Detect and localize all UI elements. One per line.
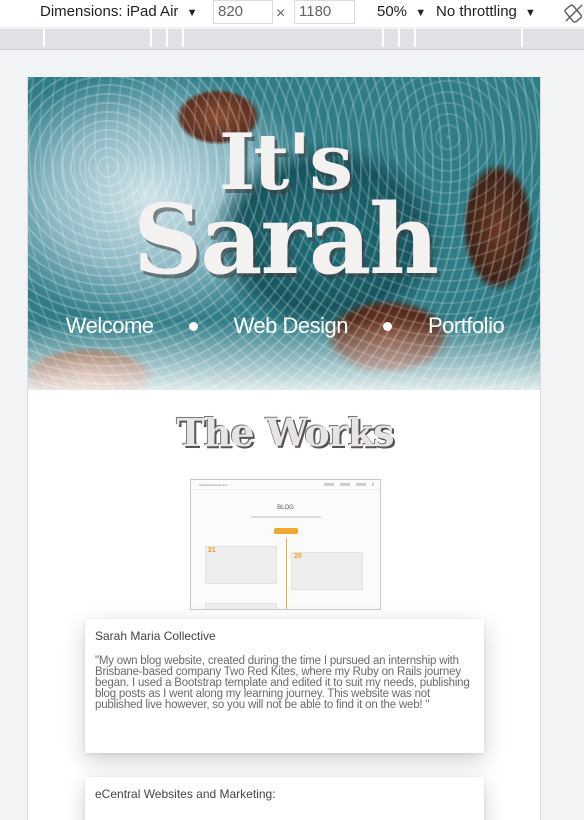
nav-separator-dot bbox=[189, 321, 199, 331]
throttling-dropdown[interactable]: No throttling ▼ bbox=[436, 3, 536, 20]
hero-banner: It's Sarah Welcome Web Design Portfolio bbox=[28, 77, 540, 390]
nav-link-welcome[interactable]: Welcome bbox=[66, 313, 154, 339]
nav-separator-dot bbox=[383, 321, 393, 331]
height-input[interactable]: 1180 bbox=[294, 0, 355, 24]
ruler-mark bbox=[43, 29, 45, 47]
device-toolbar: Dimensions: iPad Air ▼ 820 × 1180 50% ▼ … bbox=[0, 0, 584, 27]
ruler-mark bbox=[182, 29, 184, 47]
nav-link-portfolio[interactable]: Portfolio bbox=[428, 313, 505, 339]
thumbnail-menu bbox=[324, 483, 374, 486]
media-query-ruler[interactable] bbox=[0, 29, 584, 50]
ruler-mark bbox=[398, 29, 400, 47]
hero-title-line2: Sarah bbox=[132, 183, 439, 296]
zoom-label: 50% bbox=[377, 3, 408, 20]
project-title: eCentral Websites and Marketing: bbox=[95, 787, 276, 801]
thumbnail-blog-title: BLOG bbox=[277, 505, 294, 511]
zoom-dropdown[interactable]: 50% ▼ bbox=[377, 3, 426, 20]
thumbnail-button bbox=[274, 528, 298, 534]
thumbnail-number: 21 bbox=[208, 547, 216, 554]
emulated-viewport: It's Sarah Welcome Web Design Portfolio … bbox=[27, 77, 541, 820]
project-title: Sarah Maria Collective bbox=[95, 629, 216, 643]
throttling-label: No throttling bbox=[436, 3, 517, 20]
width-input[interactable]: 820 bbox=[213, 0, 273, 24]
project-thumbnail[interactable]: SarahMariaCollective BLOG 21 20 bbox=[190, 479, 381, 610]
ruler-mark bbox=[521, 29, 523, 47]
ruler-mark bbox=[166, 29, 168, 47]
rotate-icon[interactable] bbox=[564, 3, 584, 23]
chevron-down-icon: ▼ bbox=[186, 7, 198, 19]
project-description: "My own blog website, created during the… bbox=[95, 655, 470, 711]
project-card: Sarah Maria Collective "My own blog webs… bbox=[85, 619, 484, 753]
ruler-mark bbox=[150, 29, 152, 47]
thumbnail-timeline bbox=[286, 538, 287, 609]
works-heading: The Works bbox=[176, 410, 395, 455]
ruler-mark bbox=[414, 29, 416, 47]
ruler-mark bbox=[382, 29, 384, 47]
times-icon: × bbox=[276, 5, 286, 22]
chevron-down-icon: ▼ bbox=[525, 7, 536, 19]
thumbnail-subtitle bbox=[251, 516, 321, 518]
hero-nav: Welcome Web Design Portfolio bbox=[28, 310, 540, 342]
thumbnail-brand: SarahMariaCollective bbox=[199, 483, 228, 487]
dimensions-dropdown[interactable]: Dimensions: iPad Air ▼ bbox=[40, 3, 197, 20]
thumbnail-number: 20 bbox=[294, 553, 302, 560]
chevron-down-icon: ▼ bbox=[415, 7, 427, 19]
project-card: eCentral Websites and Marketing: bbox=[85, 777, 484, 820]
thumbnail-card bbox=[205, 603, 277, 609]
dimensions-label: Dimensions: iPad Air bbox=[40, 3, 179, 20]
nav-link-web-design[interactable]: Web Design bbox=[234, 313, 349, 339]
